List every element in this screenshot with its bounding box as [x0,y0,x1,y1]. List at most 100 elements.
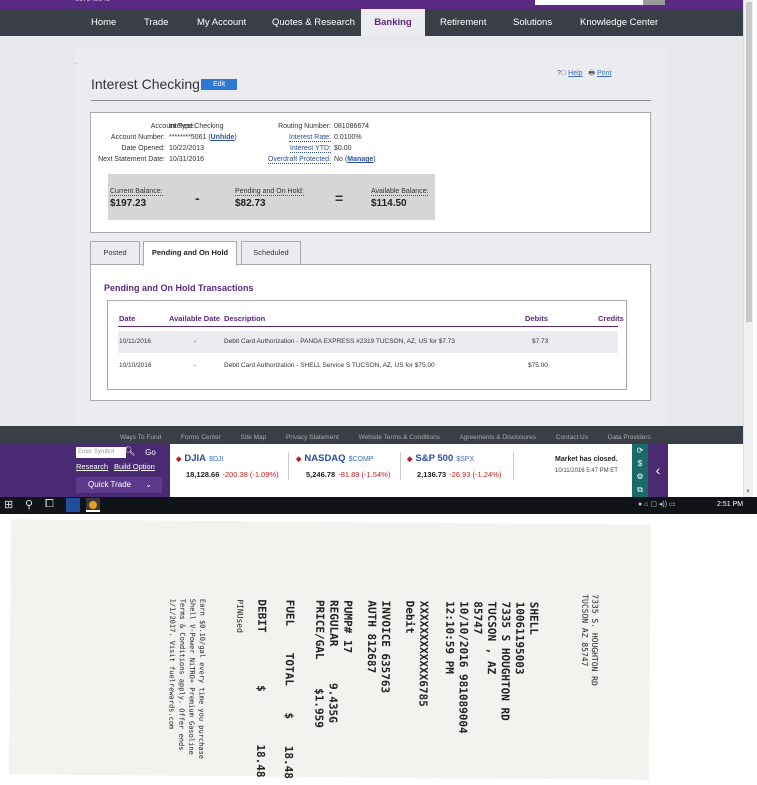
row-description: Debit Card Authorization - SHELL Service… [224,362,435,369]
search-icon[interactable]: 🔍︎ [124,446,135,457]
edit-button[interactable]: Edit [201,79,237,90]
down-arrow-icon: ◆ [407,456,413,463]
footer-link[interactable]: Ways To Fund [120,434,161,441]
receipt-line: TUCSON AZ 85747 [579,594,590,667]
current-balance-value: $197.23 [110,198,147,209]
nav-quotes-research[interactable]: Quotes & Research [272,9,355,36]
next-statement-value: 10/31/2016 [169,156,205,163]
receipt-line: REGULAR 9.435G [326,599,341,723]
interest-rate-label: Interest Rate: [288,134,331,142]
index-symbol: $COMP [348,456,374,463]
row-available-date: - [194,362,197,369]
nav-home[interactable]: Home [91,9,116,36]
down-arrow-icon: ◆ [176,456,182,463]
account-number-value: ********5061 [169,134,207,141]
browser-icon[interactable] [86,498,100,512]
receipt-line: XXXXXXXXXXXX6785 [416,600,431,707]
print-link[interactable]: Print [597,70,611,77]
nav-retirement[interactable]: Retirement [440,9,486,36]
footer-link[interactable]: Site Map [241,434,267,441]
manage-link[interactable]: Manage [347,156,373,163]
table-row[interactable]: 10/10/2016 - Debit Card Authorization - … [118,355,618,377]
footer-link[interactable]: Contact Us [556,434,588,441]
receipt-line: AUTH 812687 [364,600,379,674]
receipt-line: FUEL TOTAL $ 18.48 [281,599,297,779]
receipt-photo: 7335 S. HOUGHTON RD TUCSON AZ 85747 SHEL… [0,514,757,785]
bullet-dot: · [75,59,78,68]
quick-trade-label: Quick Trade [88,480,132,489]
overdraft-field: No (Manage) [334,156,376,163]
index-divider [513,452,514,480]
system-tray[interactable]: ● ⌂ ▢ ◂)) ▭ [638,500,676,508]
help-link[interactable]: Help [568,70,582,77]
quick-trade-button[interactable]: Quick Trade ⌄ [76,477,162,493]
nav-my-account[interactable]: My Account [197,9,246,36]
title-divider [91,100,651,101]
index-value: 5,246.78 [306,470,336,479]
account-number-label: Account Number: [110,134,165,141]
refresh-icon[interactable]: ⟳ [632,444,648,457]
chevron-left-icon: ‹ [655,462,661,478]
windows-start-icon[interactable]: ⊞ [4,498,13,511]
footer-link[interactable]: Data Providers [608,434,651,441]
site-search-input[interactable] [535,0,643,5]
windows-taskbar: ⊞ ⚲ ⧠ ● ⌂ ▢ ◂)) ▭ 2:51 PM [0,497,757,514]
go-button[interactable]: Go [138,447,163,458]
receipt-line: 7335 S HOUGHTON RD [498,601,513,721]
index-value: 18,128.66 [186,470,220,479]
dollar-icon[interactable]: $ [632,457,648,470]
footer-link[interactable]: Privacy Statement [286,434,339,441]
unhide-link[interactable]: Unhide [211,134,235,141]
quick-trade-area: Enter Symbol 🔍︎ Go Research Build Option… [0,444,170,497]
nav-trade[interactable]: Trade [144,9,168,36]
receipt-line: SHELL [527,601,541,635]
tab-posted[interactable]: Posted [90,241,140,265]
search-icon[interactable]: ⚲ [25,498,33,511]
footer-links: Ways To Fund Forms Center Site Map Priva… [120,434,669,441]
col-description[interactable]: Description [224,314,265,323]
receipt-line: 85747 [471,601,485,635]
col-debits[interactable]: Debits [525,314,548,323]
receipt-line: 10061195003 [512,601,527,675]
tab-pending-on-hold[interactable]: Pending and On Hold [143,241,237,266]
row-date: 10/10/2016 [119,362,152,369]
col-date[interactable]: Date [119,314,135,323]
symbol-input[interactable]: Enter Symbol [76,447,126,458]
nav-solutions[interactable]: Solutions [513,9,552,36]
footer-link[interactable]: Forms Center [181,434,221,441]
research-link[interactable]: Research [76,462,108,471]
available-balance-value: $114.50 [371,198,407,209]
receipt-line: PRICE/GAL $1.959 [312,599,327,728]
page-scrollbar[interactable]: ▼ [743,0,753,497]
col-credits[interactable]: Credits [598,314,624,323]
balance-summary: Current Balance: $197.23 - Pending and O… [108,174,435,220]
task-view-icon[interactable]: ⧠ [45,498,54,511]
index-value: 2,136.73 [417,470,447,479]
pending-balance-value: $82.73 [235,198,266,209]
gear-icon[interactable]: ⚙ [632,470,648,483]
nav-knowledge-center[interactable]: Knowledge Center [580,9,658,36]
table-row[interactable]: 10/11/2016 - Debit Card Authorization - … [118,331,618,353]
help-icon: ?⃝ [557,70,567,77]
market-time: 10/11/2016 5:47 PM ET [555,468,618,474]
col-available-date[interactable]: Available Date [169,314,220,323]
nav-banking[interactable]: Banking [361,9,425,36]
app-icon[interactable] [66,498,80,512]
footer-link[interactable]: Agreements & Disclosures [459,434,536,441]
site-footer: Ways To Fund Forms Center Site Map Priva… [0,426,743,497]
scrollbar-thumb[interactable] [746,2,752,322]
scroll-down-icon[interactable]: ▼ [745,489,751,495]
popout-icon[interactable]: ⧉ [632,483,648,496]
collapse-ticker-button[interactable]: ‹ [648,444,668,497]
overdraft-value: No [334,156,343,163]
index-change: -200.38 (-1.09%) [222,470,279,479]
tab-scheduled[interactable]: Scheduled [241,241,301,265]
receipt-line: 10/10/2016 981089004 [456,601,471,734]
build-option-link[interactable]: Build Option [114,462,155,471]
site-search-button[interactable] [643,0,665,5]
receipt-line: Debit [403,600,417,634]
available-balance-label: Available Balance: [371,188,429,196]
index-symbol: $SPX [456,456,475,463]
footer-link[interactable]: Website Terms & Conditions [359,434,440,441]
transactions-title: Pending and On Hold Transactions [104,283,254,293]
